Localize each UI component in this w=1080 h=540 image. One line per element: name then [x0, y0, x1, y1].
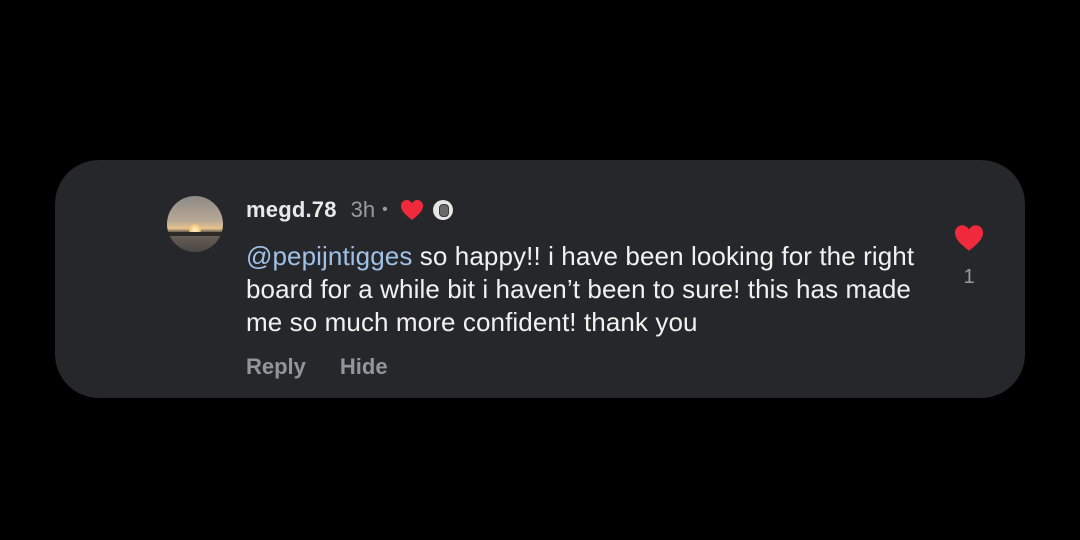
like-count: 1 — [963, 266, 975, 288]
like-heart-icon[interactable] — [953, 224, 985, 252]
comment-actions: Reply Hide — [246, 354, 388, 380]
reply-button[interactable]: Reply — [246, 354, 306, 380]
comment-header: megd.78 3h • — [246, 196, 453, 224]
horizon — [167, 232, 223, 236]
comment-text: @pepijntigges so happy!! i have been loo… — [246, 240, 926, 339]
timestamp: 3h — [350, 197, 376, 222]
comment-card: megd.78 3h • @pepijntigges so happy!! i … — [55, 160, 1025, 398]
creator-face — [438, 204, 449, 217]
hide-button[interactable]: Hide — [340, 354, 388, 380]
like-column: 1 — [951, 224, 987, 289]
creator-avatar-badge-icon — [432, 200, 453, 220]
username[interactable]: megd.78 — [246, 197, 337, 223]
avatar[interactable] — [167, 196, 223, 252]
creator-liked-heart-icon — [400, 200, 423, 220]
separator-dot: • — [382, 201, 388, 218]
mention-link[interactable]: @pepijntigges — [246, 241, 412, 271]
